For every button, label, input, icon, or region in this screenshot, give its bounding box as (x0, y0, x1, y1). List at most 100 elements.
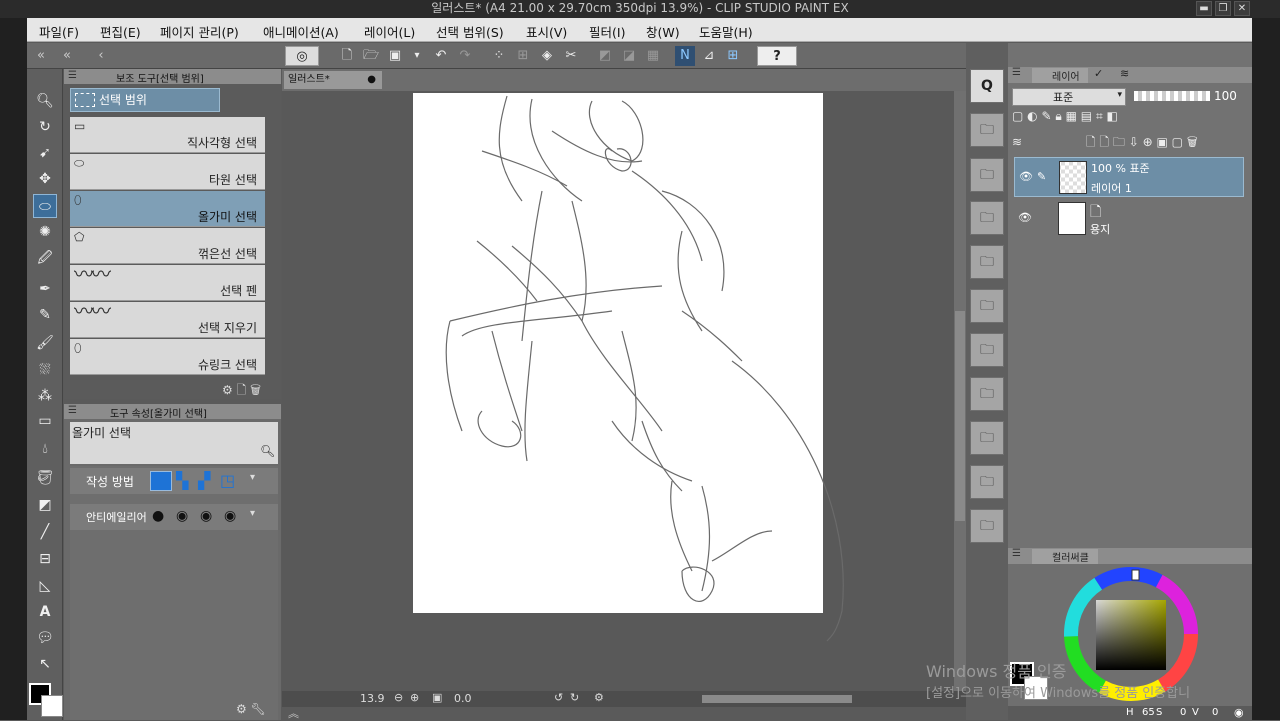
crop-icon[interactable]: ✂ (561, 46, 581, 66)
subtool-item-rectangle[interactable]: ▭ 직사각형 선택 (70, 117, 265, 153)
menu-window[interactable]: 창(W) (646, 22, 680, 41)
collapse-icon[interactable]: « (57, 46, 77, 66)
eye-icon[interactable]: 👁︎ (1019, 170, 1033, 183)
apply-mask-icon[interactable]: ▢ (1172, 135, 1183, 149)
pencil-tool-icon[interactable]: ✎ (33, 303, 57, 327)
antialias-weak-icon[interactable]: ◉ (176, 508, 188, 524)
subtool-item-ellipse[interactable]: ⬭ 타원 선택 (70, 154, 265, 190)
material-frame-icon[interactable]: 🗀 (970, 421, 1004, 455)
menu-animation[interactable]: 애니메이션(A) (263, 22, 339, 41)
menu-layer[interactable]: 레이어(L) (364, 22, 415, 41)
material-manga-icon[interactable]: 🗀 (970, 289, 1004, 323)
zoom-out-icon[interactable]: ⊖ (394, 691, 403, 704)
selection-transform-icon[interactable]: ⁘ (489, 46, 509, 66)
draft-icon[interactable]: ✎ (1041, 109, 1051, 123)
hue-handle[interactable] (1131, 569, 1140, 581)
material-figure-icon[interactable]: 🗀 (970, 509, 1004, 543)
subtool-item-shrink[interactable]: ⬯ 슈링크 선택 (70, 339, 265, 375)
subtool-tab[interactable]: ☰ 보조 도구[선택 범위] (64, 69, 281, 85)
ruler-icon[interactable]: ⌗ (1096, 109, 1103, 123)
operation-tool-icon[interactable]: ➹ (33, 141, 57, 165)
menu-page[interactable]: 페이지 관리(P) (160, 22, 239, 41)
wrench-icon[interactable]: 🔧︎ (251, 702, 266, 716)
navigator-icon[interactable]: Q (970, 69, 1004, 103)
grid-icon[interactable]: ▦ (643, 46, 663, 66)
subtool-group[interactable]: 선택 범위 (70, 88, 220, 112)
dropdown-icon[interactable]: ▾ (250, 508, 255, 519)
color-icon[interactable]: ◧ (1107, 109, 1118, 123)
undo-icon[interactable]: ↶ (431, 46, 451, 66)
new-selection-icon[interactable] (150, 471, 172, 491)
open-file-icon[interactable]: 🗁 (361, 46, 381, 66)
merge-down-icon[interactable]: ⇩ (1129, 135, 1139, 149)
transform-icon[interactable]: ⊞ (513, 46, 533, 66)
selection-tool-icon[interactable]: ⬭ (33, 194, 57, 218)
eyedropper-tool-icon[interactable]: 🖉︎ (33, 246, 57, 270)
blend-mode-select[interactable]: 표준 ▾ (1012, 88, 1126, 106)
copy-icon[interactable]: 🗋 (237, 383, 247, 397)
new-vector-layer-icon[interactable]: 🗋 (1099, 135, 1109, 149)
hand-tool-icon[interactable]: ↻ (33, 115, 57, 139)
material-effect-icon[interactable]: 🗀 (970, 333, 1004, 367)
pen-tool-icon[interactable]: ✒ (33, 277, 57, 301)
frame-tool-icon[interactable]: ⊟ (33, 547, 57, 571)
zoom-tool-icon[interactable]: 🔍︎ (33, 89, 57, 113)
fill-tool-icon[interactable]: 🪣︎ (33, 466, 57, 490)
lock-alpha-icon[interactable]: ▦ (1066, 109, 1077, 123)
antialias-none-icon[interactable]: ● (152, 508, 164, 524)
settings-icon[interactable]: ⚙ (236, 702, 247, 716)
deselect-icon[interactable]: ◩ (595, 46, 615, 66)
minimize-button[interactable]: ▬ (1196, 1, 1212, 16)
arrow-left-icon[interactable]: ‹ (91, 46, 111, 66)
snap-grid-icon[interactable]: ⊞ (723, 46, 743, 66)
color-wheel-tab[interactable]: 컬러써클 (1032, 549, 1098, 564)
mask-icon[interactable]: ▤ (1081, 109, 1092, 123)
subtool-item-selection-eraser[interactable]: 〰〰 선택 지우기 (70, 301, 265, 338)
material-tone-icon[interactable]: 🗀 (970, 245, 1004, 279)
new-folder-icon[interactable]: 🗀 (1113, 135, 1125, 149)
eye-icon[interactable]: 👁︎ (1018, 211, 1032, 224)
layer-row-1[interactable]: 👁︎ ✎ 100 % 표준 레이어 1 (1014, 157, 1244, 197)
decoration-tool-icon[interactable]: ⁂ (33, 384, 57, 408)
opacity-slider[interactable] (1134, 91, 1210, 101)
fit-icon[interactable]: ▣ (432, 691, 442, 704)
dropdown-icon[interactable]: ▾ (407, 46, 427, 66)
new-raster-layer-icon[interactable]: 🗋 (1086, 135, 1096, 149)
layer-search-tab-icon[interactable]: ≋ (1120, 67, 1129, 80)
horizontal-scrollbar-thumb[interactable] (702, 695, 852, 703)
material-pattern-icon[interactable]: 🗀 (970, 201, 1004, 235)
layer-property-tab-icon[interactable]: ✓ (1094, 67, 1103, 80)
redo-icon[interactable]: ↷ (455, 46, 475, 66)
clip-studio-icon[interactable]: ◎ (285, 46, 319, 66)
collapse-left-icon[interactable]: « (31, 46, 51, 66)
trash-icon[interactable]: 🗑 (250, 383, 261, 397)
menu-help[interactable]: 도움말(H) (699, 22, 753, 41)
ruler-tool-icon[interactable]: ◺ (33, 574, 57, 598)
text-tool-icon[interactable]: A (33, 600, 57, 624)
snap-ruler-icon[interactable]: N (675, 46, 695, 66)
tool-property-tab[interactable]: ☰ 도구 속성[올가미 선택] (64, 404, 281, 420)
balloon-tool-icon[interactable]: 💬︎ (33, 626, 57, 650)
add-selection-icon[interactable]: ▚ (176, 471, 198, 491)
canvas-sketch[interactable] (282, 91, 954, 691)
menu-edit[interactable]: 편집(E) (100, 22, 141, 41)
scrollbar-thumb[interactable] (955, 311, 965, 521)
canvas-area[interactable] (282, 91, 954, 691)
intersect-selection-icon[interactable]: ◳ (220, 471, 242, 491)
panel-menu-icon[interactable]: ☰ (1012, 548, 1021, 559)
mask-layer-icon[interactable]: ▣ (1156, 135, 1167, 149)
invert-icon[interactable]: ◪ (619, 46, 639, 66)
eraser-tool-icon[interactable]: ▭ (33, 409, 57, 433)
reset-rotation-icon[interactable]: ⚙ (594, 691, 604, 704)
material-background-icon[interactable]: 🗀 (970, 377, 1004, 411)
panel-menu-icon[interactable]: ☰ (1012, 67, 1021, 78)
help-icon[interactable]: ? (757, 46, 797, 66)
correct-line-tool-icon[interactable]: ↖ (33, 652, 57, 676)
menu-file[interactable]: 파일(F) (39, 22, 79, 41)
search-icon[interactable]: 🔍︎ (260, 444, 275, 458)
layer-stack-icon[interactable]: ≋ (1012, 135, 1022, 149)
brush-tool-icon[interactable]: 🖌︎ (33, 331, 57, 355)
clip-icon[interactable]: ▢ (1012, 109, 1023, 123)
figure-tool-icon[interactable]: ╱ (33, 520, 57, 544)
panel-menu-icon[interactable]: ☰ (68, 405, 77, 416)
